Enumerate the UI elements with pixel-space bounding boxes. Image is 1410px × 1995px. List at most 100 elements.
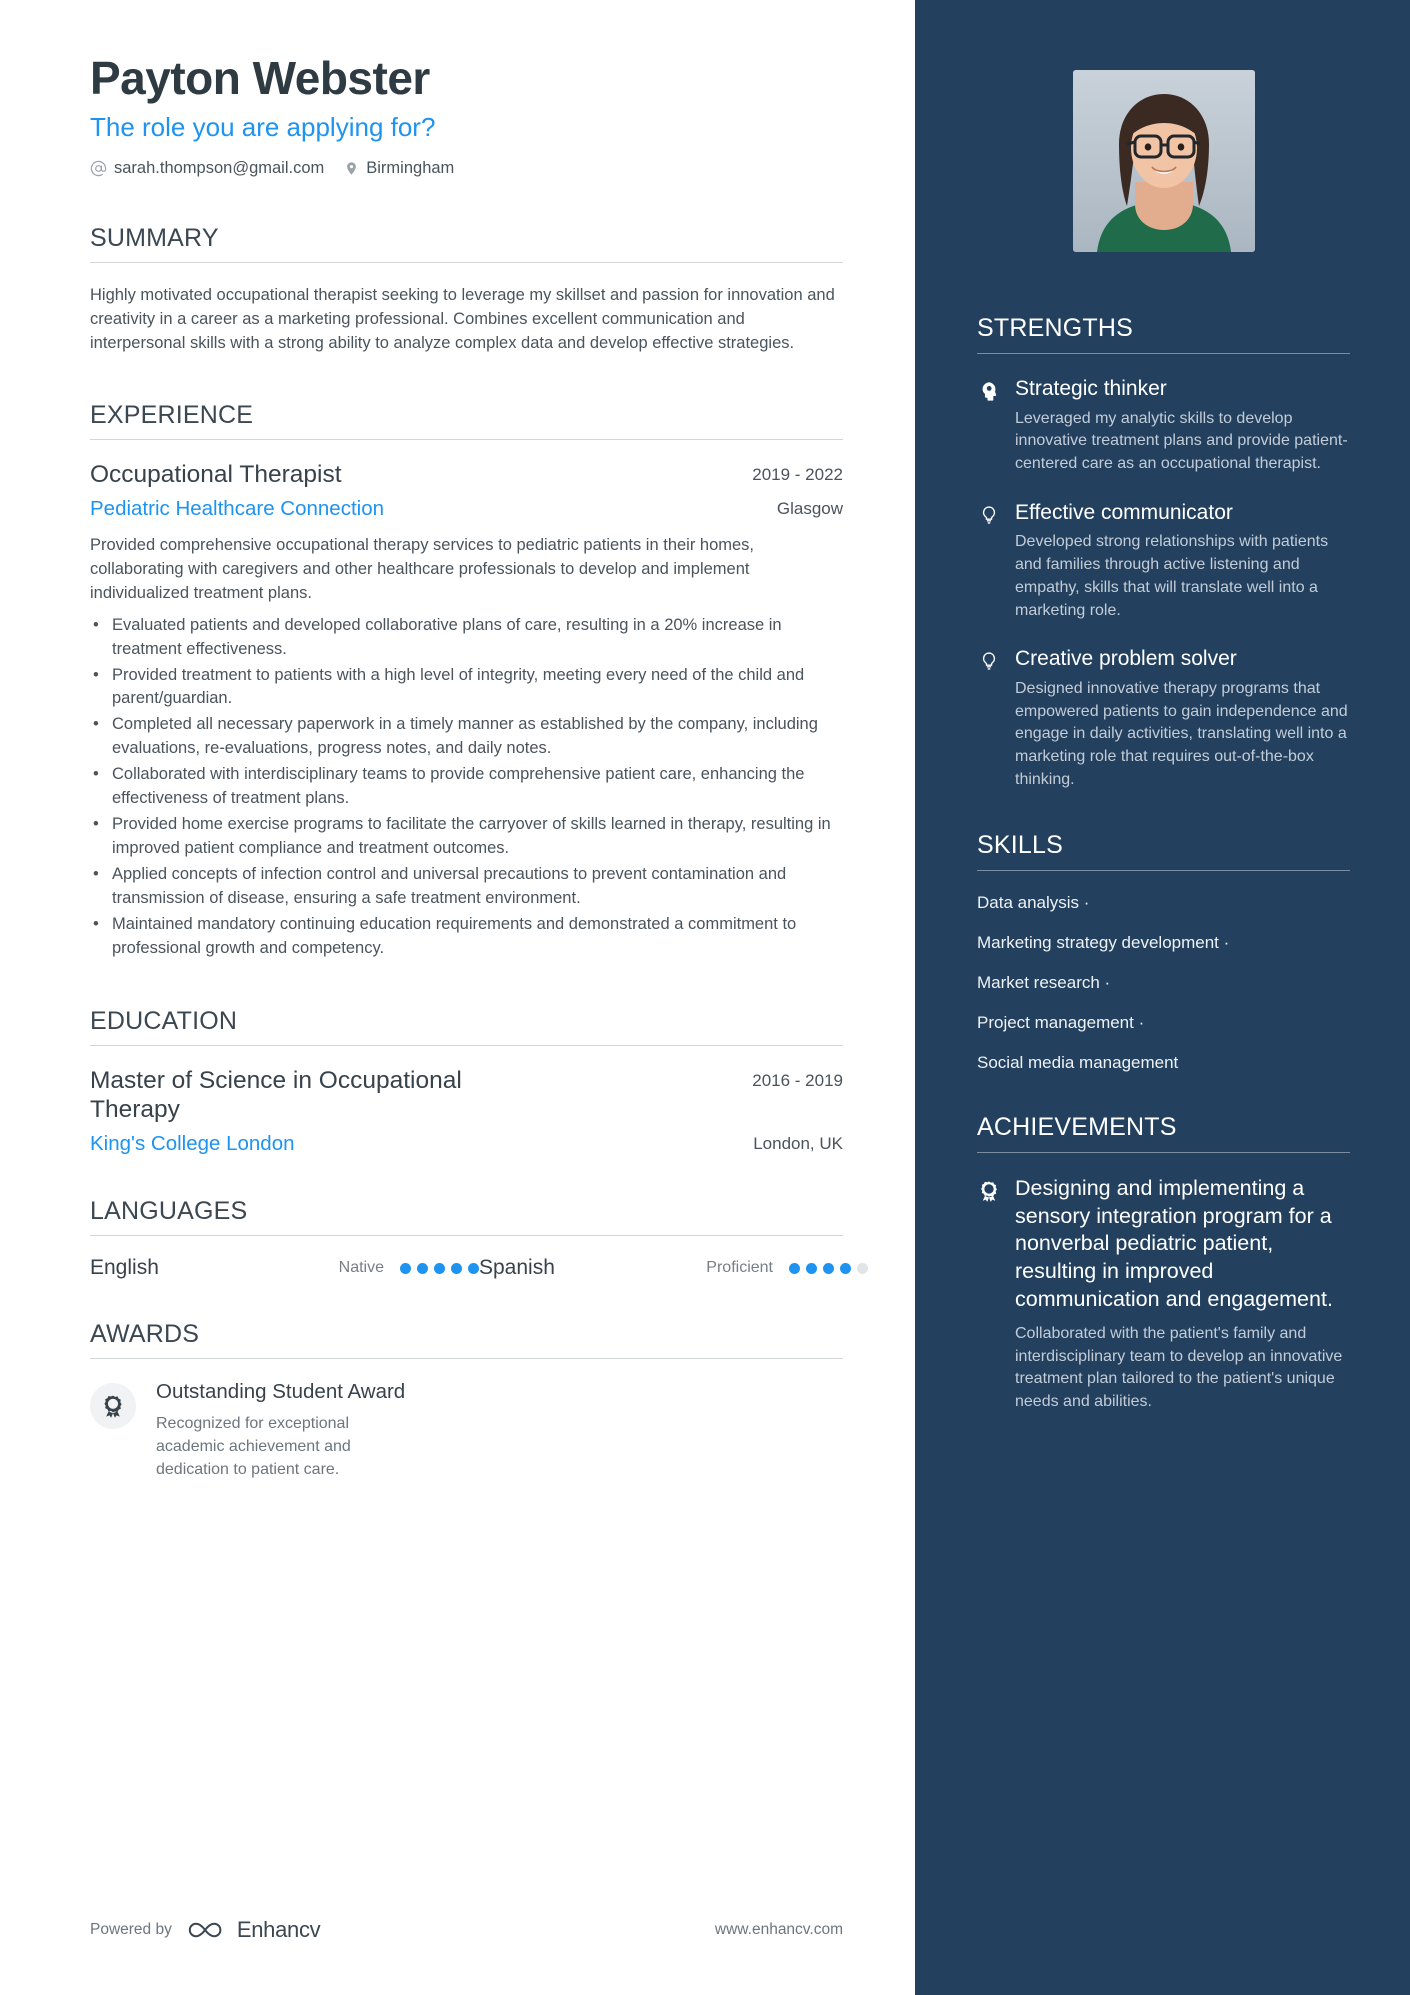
- section-title-education: EDUCATION: [90, 1006, 238, 1035]
- sidebar: STRENGTHS Strategic thinker Leveraged my…: [915, 0, 1410, 1995]
- rating-dot: [806, 1262, 817, 1274]
- achievement-description: Collaborated with the patient's family a…: [1015, 1325, 1343, 1411]
- section-title-experience: EXPERIENCE: [90, 400, 254, 429]
- map-pin-icon: [344, 160, 359, 177]
- language-item-spanish: Spanish Proficient: [479, 1256, 868, 1280]
- degree-title: Master of Science in Occupational Therap…: [90, 1066, 462, 1123]
- avatar: [1072, 70, 1255, 252]
- award-item: 1 Outstanding Student Award Recognized f…: [90, 1379, 843, 1481]
- section-strengths: STRENGTHS Strategic thinker Leveraged my…: [977, 314, 1350, 791]
- rating-dot: [400, 1262, 411, 1274]
- rating-dot: [468, 1262, 479, 1274]
- rating-dot: [789, 1262, 800, 1274]
- divider: [90, 1044, 843, 1046]
- institution-name[interactable]: King's College London: [90, 1131, 729, 1157]
- divider: [90, 1235, 843, 1237]
- job-location: Glasgow: [776, 499, 843, 519]
- section-awards: AWARDS 1 Outstanding Student Award Recog…: [90, 1320, 843, 1481]
- section-education: EDUCATION Master of Science in Occupatio…: [90, 1007, 843, 1157]
- job-description: Provided comprehensive occupational ther…: [90, 535, 755, 602]
- head-bulb-icon: [977, 376, 1001, 476]
- list-item: Maintained mandatory continuing educatio…: [90, 913, 843, 961]
- job-bullet-list: Evaluated patients and developed collabo…: [90, 614, 843, 961]
- skill-item: Data analysis ·: [977, 893, 1090, 913]
- section-experience: EXPERIENCE Occupational Therapist 2019 -…: [90, 401, 843, 961]
- award-body: Outstanding Student Award Recognized for…: [156, 1379, 416, 1481]
- list-item: Evaluated patients and developed collabo…: [90, 614, 843, 662]
- rating-dot: [417, 1262, 428, 1274]
- language-rating-dots: [789, 1262, 868, 1274]
- strength-item: Strategic thinker Leveraged my analytic …: [977, 376, 1350, 476]
- education-entry-head: Master of Science in Occupational Therap…: [90, 1066, 843, 1125]
- skill-item: Marketing strategy development ·: [977, 933, 1230, 953]
- strength-description: Designed innovative therapy programs tha…: [1015, 679, 1348, 788]
- page-title: Payton Webster: [90, 52, 430, 104]
- header-block: Payton Webster The role you are applying…: [90, 52, 843, 178]
- experience-entry-sub: Pediatric Healthcare Connection Glasgow: [90, 496, 843, 522]
- degree-date: 2016 - 2019: [752, 1070, 843, 1090]
- section-summary: SUMMARY Highly motivated occupational th…: [90, 224, 843, 355]
- award-title: Outstanding Student Award: [156, 1380, 406, 1404]
- job-title: Occupational Therapist: [90, 460, 342, 488]
- list-item: Collaborated with interdisciplinary team…: [90, 763, 843, 811]
- footer: Powered by Enhancv www.enhancv.com: [90, 1917, 843, 1943]
- award-ribbon-icon: 1: [977, 1175, 1001, 1413]
- strength-body: Creative problem solver Designed innovat…: [1015, 646, 1350, 791]
- section-title-strengths: STRENGTHS: [977, 314, 1133, 342]
- divider: [90, 438, 843, 440]
- resume-page: Payton Webster The role you are applying…: [0, 0, 1410, 1995]
- divider: [977, 353, 1350, 354]
- achievement-body: Designing and implementing a sensory int…: [1015, 1175, 1350, 1413]
- list-item: Provided home exercise programs to facil…: [90, 813, 843, 861]
- language-row: English Native Spanish Proficient: [90, 1256, 868, 1280]
- job-organization[interactable]: Pediatric Healthcare Connection: [90, 496, 753, 522]
- footer-website[interactable]: www.enhancv.com: [715, 1921, 843, 1939]
- section-title-awards: AWARDS: [90, 1320, 200, 1349]
- section-languages: LANGUAGES English Native Spanish Profici…: [90, 1197, 868, 1280]
- rating-dot: [823, 1262, 834, 1274]
- contact-email-text: sarah.thompson@gmail.com: [114, 158, 325, 177]
- divider: [977, 870, 1350, 872]
- divider: [977, 1152, 1350, 1154]
- contact-row: sarah.thompson@gmail.com Birmingham: [90, 159, 843, 178]
- contact-location: Birmingham: [344, 159, 454, 178]
- section-title-summary: SUMMARY: [90, 223, 219, 252]
- achievement-title: Designing and implementing a sensory int…: [1015, 1176, 1333, 1311]
- experience-entry-head: Occupational Therapist 2019 - 2022: [90, 460, 843, 489]
- at-sign-icon: [90, 160, 107, 177]
- skill-item: Project management ·: [977, 1013, 1145, 1033]
- section-title-achievements: ACHIEVEMENTS: [977, 1113, 1177, 1142]
- rating-dot: [840, 1262, 851, 1274]
- section-skills: SKILLS Data analysis · Marketing strateg…: [977, 831, 1350, 1073]
- brand-block: Powered by Enhancv: [90, 1917, 321, 1943]
- list-item: Provided treatment to patients with a hi…: [90, 664, 843, 712]
- language-level: Native: [338, 1259, 384, 1277]
- skill-item: Market research ·: [977, 973, 1111, 993]
- section-title-languages: LANGUAGES: [90, 1197, 248, 1226]
- strength-title: Effective communicator: [1015, 500, 1233, 524]
- language-item-english: English Native: [90, 1256, 479, 1280]
- institution-location: London, UK: [753, 1134, 843, 1154]
- contact-email[interactable]: sarah.thompson@gmail.com: [90, 159, 324, 178]
- education-entry-sub: King's College London London, UK: [90, 1131, 843, 1157]
- lightbulb-icon: [977, 646, 1001, 791]
- enhancv-infinity-icon: Enhancv: [186, 1917, 321, 1943]
- language-name: English: [90, 1256, 159, 1280]
- language-level: Proficient: [706, 1259, 773, 1277]
- rating-dot: [451, 1262, 462, 1274]
- svg-text:1: 1: [111, 1402, 115, 1408]
- rating-dot: [857, 1262, 868, 1274]
- award-description: Recognized for exceptional academic achi…: [156, 1414, 351, 1479]
- lightbulb-icon: [977, 500, 1001, 622]
- summary-text: Highly motivated occupational therapist …: [90, 285, 835, 352]
- award-ribbon-icon: 1: [90, 1383, 136, 1430]
- powered-by-label: Powered by: [90, 1921, 172, 1938]
- strength-title: Creative problem solver: [1015, 647, 1237, 671]
- strength-description: Leveraged my analytic skills to develop …: [1015, 409, 1348, 473]
- job-date: 2019 - 2022: [752, 464, 843, 484]
- language-rating-dots: [400, 1262, 479, 1274]
- section-title-skills: SKILLS: [977, 831, 1063, 860]
- rating-dot: [434, 1262, 445, 1274]
- contact-location-text: Birmingham: [366, 158, 455, 177]
- achievement-item: 1 Designing and implementing a sensory i…: [977, 1175, 1350, 1413]
